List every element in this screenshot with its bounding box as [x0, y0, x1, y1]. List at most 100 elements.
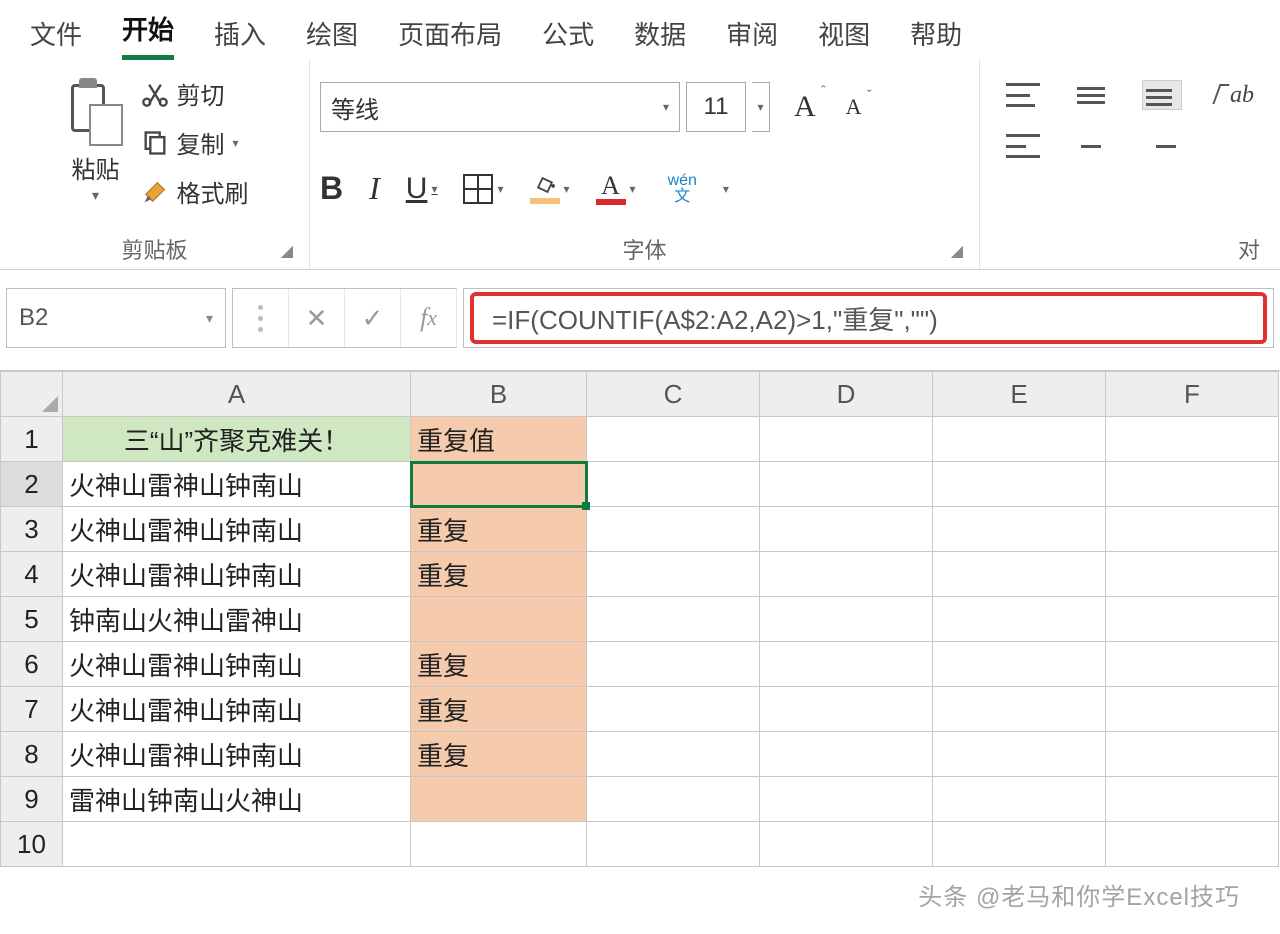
underline-button[interactable]: U ▾ — [406, 172, 438, 206]
align-bottom-button[interactable] — [1142, 80, 1182, 110]
phonetic-guide-button[interactable]: wén 文 — [668, 173, 697, 205]
cell[interactable] — [933, 597, 1106, 642]
font-size-input[interactable]: 11 — [686, 82, 746, 132]
cell[interactable] — [587, 462, 760, 507]
italic-button[interactable]: I — [369, 170, 380, 207]
align-left-button[interactable] — [1006, 134, 1040, 158]
cell[interactable] — [1106, 597, 1279, 642]
tab-help[interactable]: 帮助 — [910, 15, 962, 60]
cell[interactable] — [1106, 642, 1279, 687]
cell[interactable]: 钟南山火神山雷神山 — [63, 597, 411, 642]
cell[interactable] — [587, 417, 760, 462]
cell-A1[interactable]: 三“山”齐聚克难关！ — [63, 417, 411, 462]
cell[interactable] — [63, 822, 411, 867]
cell[interactable] — [760, 732, 933, 777]
col-header-A[interactable]: A — [63, 372, 411, 417]
borders-dropdown[interactable]: ▾ — [497, 182, 503, 196]
cell[interactable]: 火神山雷神山钟南山 — [63, 552, 411, 597]
cell[interactable]: 火神山雷神山钟南山 — [63, 642, 411, 687]
decrease-font-button[interactable]: Aˇ — [840, 90, 868, 124]
row-header[interactable]: 2 — [1, 462, 63, 507]
tab-file[interactable]: 文件 — [30, 15, 82, 60]
cell-A2[interactable]: 火神山雷神山钟南山 — [63, 462, 411, 507]
cut-button[interactable]: 剪切 — [141, 76, 249, 111]
cell[interactable]: 重复 — [411, 552, 587, 597]
phonetic-dropdown[interactable]: ▾ — [723, 182, 729, 196]
fill-color-button[interactable]: ▾ — [530, 174, 570, 204]
font-dialog-launcher[interactable]: ◢ — [951, 241, 963, 261]
formula-cancel-button[interactable]: ✕ — [289, 289, 345, 347]
row-header[interactable]: 7 — [1, 687, 63, 732]
cell[interactable] — [1106, 507, 1279, 552]
clipboard-dialog-launcher[interactable]: ◢ — [281, 241, 293, 261]
tab-draw[interactable]: 绘图 — [306, 15, 358, 60]
row-header[interactable]: 9 — [1, 777, 63, 822]
tab-review[interactable]: 审阅 — [726, 15, 778, 60]
cell[interactable] — [933, 417, 1106, 462]
cell[interactable] — [933, 642, 1106, 687]
fill-dropdown[interactable]: ▾ — [564, 182, 570, 196]
cell[interactable] — [587, 777, 760, 822]
col-header-C[interactable]: C — [587, 372, 760, 417]
cell[interactable] — [933, 552, 1106, 597]
cell[interactable] — [760, 597, 933, 642]
paste-dropdown[interactable]: ▾ — [92, 187, 99, 204]
borders-button[interactable]: ▾ — [463, 174, 503, 204]
col-header-E[interactable]: E — [933, 372, 1106, 417]
cell[interactable]: 重复 — [411, 732, 587, 777]
cell[interactable] — [760, 462, 933, 507]
cell[interactable] — [411, 597, 587, 642]
row-header[interactable]: 1 — [1, 417, 63, 462]
cell[interactable] — [1106, 732, 1279, 777]
cell[interactable] — [933, 462, 1106, 507]
cell-B1[interactable]: 重复值 — [411, 417, 587, 462]
cell[interactable] — [587, 732, 760, 777]
row-header[interactable]: 10 — [1, 822, 63, 867]
cell[interactable] — [587, 687, 760, 732]
cell[interactable] — [760, 777, 933, 822]
underline-dropdown[interactable]: ▾ — [431, 182, 437, 196]
col-header-F[interactable]: F — [1106, 372, 1279, 417]
row-header[interactable]: 6 — [1, 642, 63, 687]
cell[interactable] — [933, 732, 1106, 777]
cell[interactable] — [933, 822, 1106, 867]
formula-enter-button[interactable]: ✓ — [345, 289, 401, 347]
cell[interactable] — [760, 822, 933, 867]
cell[interactable] — [587, 822, 760, 867]
name-box[interactable]: B2 ▾ — [6, 288, 226, 348]
cell[interactable] — [1106, 687, 1279, 732]
cell[interactable] — [1106, 777, 1279, 822]
insert-function-button[interactable]: fx — [401, 289, 457, 347]
cell[interactable]: 火神山雷神山钟南山 — [63, 687, 411, 732]
align-middle-button[interactable] — [1074, 83, 1108, 107]
cell[interactable] — [1106, 462, 1279, 507]
format-painter-button[interactable]: 格式刷 — [141, 174, 249, 209]
cell[interactable] — [587, 642, 760, 687]
cell[interactable] — [933, 687, 1106, 732]
cell[interactable]: 雷神山钟南山火神山 — [63, 777, 411, 822]
tab-formulas[interactable]: 公式 — [542, 15, 594, 60]
tab-home[interactable]: 开始 — [122, 10, 174, 60]
cell[interactable] — [1106, 822, 1279, 867]
cell[interactable] — [933, 507, 1106, 552]
row-header[interactable]: 4 — [1, 552, 63, 597]
cell[interactable]: 重复 — [411, 642, 587, 687]
cell[interactable] — [587, 552, 760, 597]
paste-button[interactable]: 粘贴 ▾ — [61, 68, 131, 212]
cell[interactable]: 重复 — [411, 507, 587, 552]
formula-more-button[interactable] — [233, 289, 289, 347]
increase-font-button[interactable]: Aˆ — [788, 86, 822, 128]
cell[interactable] — [760, 507, 933, 552]
align-center-button[interactable] — [1074, 134, 1108, 158]
cell[interactable] — [760, 687, 933, 732]
cell[interactable] — [587, 507, 760, 552]
copy-button[interactable]: 复制 ▾ — [141, 125, 249, 160]
spreadsheet-grid[interactable]: A B C D E F 1 三“山”齐聚克难关！ 重复值 2 火神山雷神山钟南山… — [0, 370, 1280, 934]
col-header-B[interactable]: B — [411, 372, 587, 417]
cell-B2-active[interactable] — [411, 462, 587, 507]
copy-dropdown[interactable]: ▾ — [233, 136, 239, 150]
cell[interactable]: 重复 — [411, 687, 587, 732]
cell[interactable]: 火神山雷神山钟南山 — [63, 507, 411, 552]
select-all-corner[interactable] — [1, 372, 63, 417]
cell[interactable] — [933, 777, 1106, 822]
